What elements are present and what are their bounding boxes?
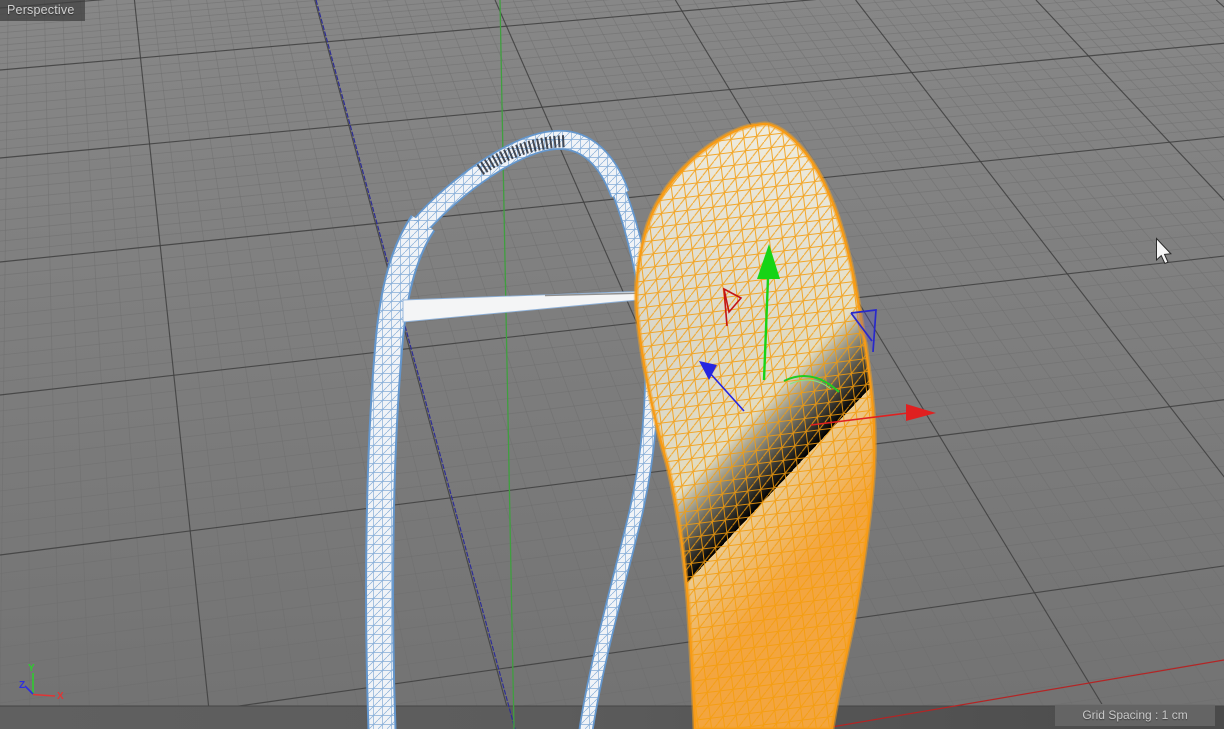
grid-spacing-status: Grid Spacing : 1 cm [1055, 704, 1215, 726]
3d-viewport[interactable]: Y Z X Perspective Grid Spacing : 1 cm [0, 0, 1224, 729]
y-axis-label: Y [28, 663, 35, 674]
scene-canvas[interactable]: Y Z X [0, 0, 1224, 729]
grid-edge-strip [0, 705, 1224, 729]
x-axis-label: X [57, 691, 64, 702]
viewport-camera-menu[interactable]: Perspective [0, 0, 85, 21]
z-axis-label: Z [19, 680, 25, 691]
